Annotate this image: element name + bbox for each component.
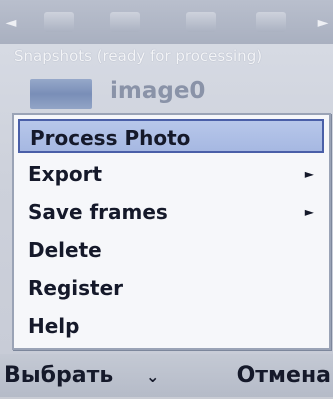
menu-item-label: Delete (28, 238, 102, 262)
menu-item-save-frames[interactable]: Save frames ► (18, 195, 324, 229)
menu-item-process-photo[interactable]: Process Photo (18, 119, 324, 153)
menu-item-label: Process Photo (30, 126, 191, 150)
grid-icon[interactable] (256, 12, 286, 32)
file-name[interactable]: image0 (110, 76, 270, 106)
submenu-arrow-icon: ► (304, 167, 314, 181)
chevron-down-icon[interactable]: ⌄ (146, 354, 159, 397)
menu-item-delete[interactable]: Delete (18, 233, 324, 267)
select-softkey[interactable]: Выбрать (4, 354, 113, 397)
menu-item-label: Save frames (28, 200, 168, 224)
menu-item-label: Help (28, 314, 80, 338)
list-subtitle: Snapshots (ready for processing) (14, 47, 263, 65)
menu-item-help[interactable]: Help (18, 309, 324, 343)
context-menu: Process Photo Export ► Save frames ► Del… (12, 113, 331, 350)
top-toolbar: ◄ ► (0, 0, 333, 44)
menu-item-label: Export (28, 162, 103, 186)
cancel-softkey[interactable]: Отмена (237, 354, 331, 397)
phone-screen: ◄ ► Snapshots (ready for processing) ima… (0, 0, 333, 397)
softkey-bar: Выбрать ⌄ Отмена (0, 354, 333, 397)
scroll-right-icon[interactable]: ► (316, 14, 330, 32)
menu-item-export[interactable]: Export ► (18, 157, 324, 191)
menu-item-label: Register (28, 276, 124, 300)
film-icon[interactable] (110, 12, 140, 32)
submenu-arrow-icon: ► (304, 205, 314, 219)
menu-item-register[interactable]: Register (18, 271, 324, 305)
folder-thumbnail-icon[interactable] (30, 79, 92, 109)
photo-icon[interactable] (44, 12, 74, 32)
scroll-left-icon[interactable]: ◄ (4, 14, 18, 32)
frame-icon[interactable] (186, 12, 216, 32)
